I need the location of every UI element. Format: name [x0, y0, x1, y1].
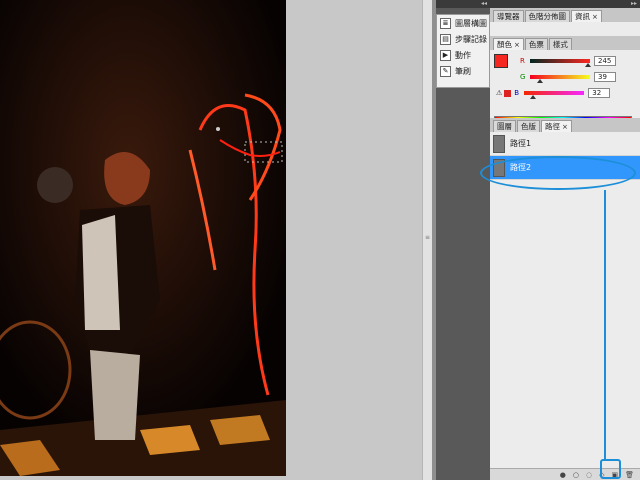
mini-item-label: 圖層構圖 — [455, 18, 487, 28]
layer-comps-icon: ≣ — [440, 17, 451, 29]
collapsed-panel-dock: ◂◂ ≣ 圖層構圖 ▤ 步驟記錄 ▶ 動作 ✎ 筆刷 — [436, 0, 490, 480]
highlight-box — [600, 459, 621, 479]
red-label: R — [520, 57, 525, 65]
tab-info[interactable]: 資訊 × — [571, 10, 602, 22]
mini-item-label: 步驟記錄 — [455, 34, 487, 44]
brush-icon: ✎ — [440, 65, 451, 77]
highlight-ellipse — [480, 156, 636, 190]
dock-collapse-bar[interactable]: ◂◂ — [436, 0, 490, 8]
scroll-grip-icon[interactable]: ≡ — [425, 234, 431, 241]
mini-item-layer-comps[interactable]: ≣ 圖層構圖 — [437, 15, 489, 31]
blue-slider[interactable] — [524, 91, 585, 99]
mini-panel-list: ≣ 圖層構圖 ▤ 步驟記錄 ▶ 動作 ✎ 筆刷 — [436, 14, 490, 88]
highlight-connector — [604, 190, 606, 460]
blue-label: B — [514, 89, 520, 97]
color-tab-bar: 顏色 × 色票 樣式 — [490, 36, 640, 50]
mini-item-label: 筆刷 — [455, 66, 471, 76]
close-icon[interactable]: × — [592, 13, 598, 21]
info-panel-body — [490, 22, 640, 36]
blue-value-field[interactable]: 32 — [588, 88, 611, 98]
fill-path-icon[interactable]: ● — [560, 471, 566, 479]
load-selection-icon[interactable]: ◌ — [586, 471, 592, 479]
tab-styles[interactable]: 樣式 — [548, 38, 572, 50]
gamut-swatch[interactable] — [504, 89, 512, 97]
green-value-field[interactable]: 39 — [594, 72, 616, 82]
mini-item-history[interactable]: ▤ 步驟記錄 — [437, 31, 489, 47]
tab-paths[interactable]: 路徑 × — [541, 120, 572, 132]
red-row: R 245 — [504, 56, 616, 67]
tab-color[interactable]: 顏色 × — [493, 38, 524, 50]
close-icon[interactable]: × — [514, 41, 520, 49]
tab-info-label: 資訊 — [575, 12, 590, 21]
layers-tab-bar: 圖層 色版 路徑 × — [490, 118, 640, 132]
red-slider[interactable] — [530, 59, 591, 67]
tab-navigator[interactable]: 導覽器 — [493, 10, 524, 22]
tab-swatches[interactable]: 色票 — [524, 38, 548, 50]
close-icon[interactable]: × — [562, 123, 568, 131]
mini-item-brushes[interactable]: ✎ 筆刷 — [437, 63, 489, 79]
dock-expand-bar[interactable]: ▸▸ — [490, 0, 640, 8]
stroke-path-icon[interactable]: ○ — [573, 471, 579, 479]
vertical-scrollbar[interactable]: ≡ — [422, 0, 432, 480]
slider-thumb-icon[interactable] — [537, 79, 543, 83]
green-slider[interactable] — [530, 75, 590, 83]
path-name: 路徑1 — [510, 139, 532, 148]
gamut-warning-icon[interactable]: ⚠ — [496, 89, 502, 97]
tab-layers[interactable]: 圖層 — [493, 120, 516, 132]
green-row: G 39 — [504, 72, 616, 83]
mini-item-label: 動作 — [455, 50, 471, 60]
mini-item-actions[interactable]: ▶ 動作 — [437, 47, 489, 63]
info-tab-bar: 導覽器 色階分佈圖 資訊 × — [490, 8, 640, 22]
photo-image[interactable] — [0, 0, 286, 476]
slider-thumb-icon[interactable] — [585, 63, 591, 67]
path-row-1[interactable]: 路徑1 — [490, 132, 640, 156]
tab-histogram[interactable]: 色階分佈圖 — [524, 10, 570, 22]
red-value-field[interactable]: 245 — [594, 56, 616, 66]
history-icon: ▤ — [440, 33, 451, 45]
actions-icon: ▶ — [440, 49, 451, 61]
blue-row: ⚠ B 32 — [496, 88, 611, 99]
tab-color-label: 顏色 — [497, 40, 512, 49]
delete-path-icon[interactable]: 🗑 — [625, 471, 634, 479]
photo-illustration — [0, 0, 286, 476]
canvas-area[interactable] — [0, 0, 422, 480]
green-label: G — [520, 73, 526, 81]
slider-thumb-icon[interactable] — [530, 95, 537, 99]
tab-channels[interactable]: 色版 — [517, 120, 540, 132]
tab-paths-label: 路徑 — [545, 122, 560, 131]
path-thumbnail — [493, 134, 505, 153]
